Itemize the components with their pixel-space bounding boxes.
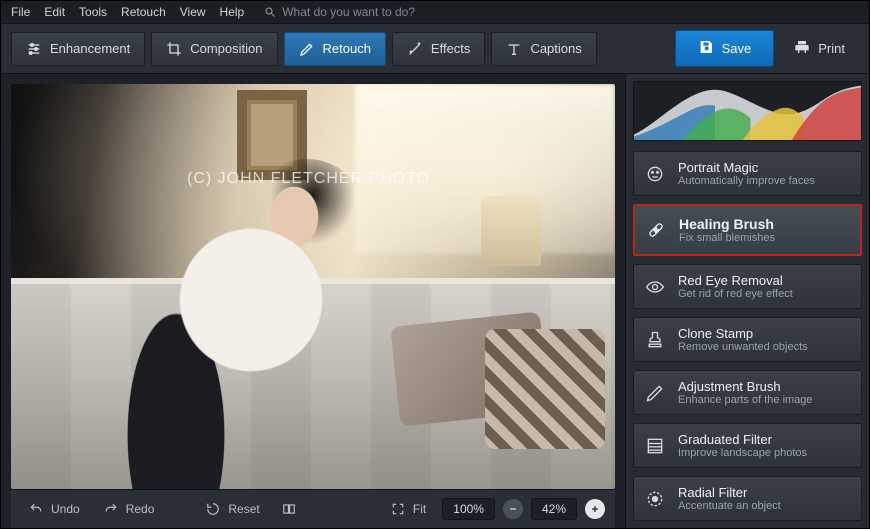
- redo-label: Redo: [126, 502, 155, 516]
- save-label: Save: [722, 41, 752, 56]
- zoom-100[interactable]: 100%: [442, 498, 495, 520]
- histogram: [633, 81, 862, 141]
- photo-lamp: [481, 196, 541, 266]
- tool-title: Radial Filter: [678, 485, 781, 500]
- zoom-controls: 100% 42%: [442, 498, 605, 520]
- main-area: (C) JOHN FLETCHER PHOTO Undo Redo Reset: [1, 74, 869, 528]
- retouch-tool-list: Portrait Magic Automatically improve fac…: [626, 151, 869, 528]
- zoom-in-button[interactable]: [585, 499, 605, 519]
- tool-title: Graduated Filter: [678, 432, 807, 447]
- face-icon: [644, 163, 666, 185]
- undo-button[interactable]: Undo: [21, 498, 88, 520]
- menubar: File Edit Tools Retouch View Help: [1, 1, 869, 23]
- crop-icon: [166, 41, 182, 57]
- save-icon: [698, 39, 714, 58]
- sliders-icon: [26, 41, 42, 57]
- tool-subtitle: Accentuate an object: [678, 500, 781, 512]
- tab-label: Captions: [530, 41, 581, 56]
- fit-label: Fit: [413, 502, 426, 516]
- menu-retouch[interactable]: Retouch: [121, 5, 166, 19]
- tool-graduated-filter[interactable]: Graduated Filter Improve landscape photo…: [633, 423, 862, 468]
- tool-subtitle: Improve landscape photos: [678, 447, 807, 459]
- search-icon: [264, 6, 276, 18]
- search-input[interactable]: [282, 5, 482, 19]
- redo-icon: [104, 502, 118, 516]
- radial-icon: [644, 488, 666, 510]
- tool-subtitle: Remove unwanted objects: [678, 341, 808, 353]
- tool-subtitle: Fix small blemishes: [679, 232, 775, 244]
- tool-clone-stamp[interactable]: Clone Stamp Remove unwanted objects: [633, 317, 862, 362]
- wand-icon: [407, 41, 423, 57]
- photo-pillow: [485, 329, 605, 449]
- toolbar: Enhancement Composition Retouch Effects …: [1, 23, 869, 74]
- zoom-out-button[interactable]: [503, 499, 523, 519]
- tool-title: Portrait Magic: [678, 160, 815, 175]
- side-panel: Portrait Magic Automatically improve fac…: [625, 74, 869, 528]
- tab-effects[interactable]: Effects: [392, 32, 486, 66]
- eye-icon: [644, 276, 666, 298]
- tool-portrait-magic[interactable]: Portrait Magic Automatically improve fac…: [633, 151, 862, 196]
- stamp-icon: [644, 329, 666, 351]
- undo-icon: [29, 502, 43, 516]
- tool-title: Healing Brush: [679, 216, 775, 232]
- fit-icon: [391, 502, 405, 516]
- save-button[interactable]: Save: [675, 30, 775, 67]
- tool-title: Adjustment Brush: [678, 379, 813, 394]
- print-icon: [794, 39, 810, 58]
- menu-view[interactable]: View: [180, 5, 206, 19]
- brush-icon: [299, 41, 315, 57]
- text-icon: [506, 41, 522, 57]
- tool-red-eye[interactable]: Red Eye Removal Get rid of red eye effec…: [633, 264, 862, 309]
- print-button[interactable]: Print: [780, 31, 859, 66]
- print-label: Print: [818, 41, 845, 56]
- image-watermark: (C) JOHN FLETCHER PHOTO: [187, 170, 430, 188]
- app-window: File Edit Tools Retouch View Help Enhanc…: [0, 0, 870, 529]
- tab-label: Enhancement: [50, 41, 130, 56]
- undo-label: Undo: [51, 502, 80, 516]
- paint-brush-icon: [644, 382, 666, 404]
- tab-label: Effects: [431, 41, 471, 56]
- tool-subtitle: Automatically improve faces: [678, 175, 815, 187]
- tool-subtitle: Get rid of red eye effect: [678, 288, 793, 300]
- reset-button[interactable]: Reset: [198, 498, 267, 520]
- tool-title: Red Eye Removal: [678, 273, 793, 288]
- tab-retouch[interactable]: Retouch: [284, 32, 386, 66]
- fit-button[interactable]: Fit: [383, 498, 434, 520]
- menu-help[interactable]: Help: [220, 5, 245, 19]
- tab-captions[interactable]: Captions: [491, 32, 596, 66]
- zoom-current[interactable]: 42%: [531, 498, 577, 520]
- tool-subtitle: Enhance parts of the image: [678, 394, 813, 406]
- gradient-icon: [644, 435, 666, 457]
- image-canvas[interactable]: (C) JOHN FLETCHER PHOTO: [11, 84, 615, 489]
- menu-edit[interactable]: Edit: [44, 5, 65, 19]
- tool-healing-brush[interactable]: Healing Brush Fix small blemishes: [633, 204, 862, 256]
- tool-adjustment-brush[interactable]: Adjustment Brush Enhance parts of the im…: [633, 370, 862, 415]
- compare-button[interactable]: [276, 496, 302, 522]
- menu-file[interactable]: File: [11, 5, 30, 19]
- tab-composition[interactable]: Composition: [151, 32, 277, 66]
- search-wrap: [264, 5, 482, 19]
- redo-button[interactable]: Redo: [96, 498, 163, 520]
- reset-label: Reset: [228, 502, 259, 516]
- tool-title: Clone Stamp: [678, 326, 808, 341]
- canvas-wrap: (C) JOHN FLETCHER PHOTO Undo Redo Reset: [1, 74, 625, 528]
- tab-label: Composition: [190, 41, 262, 56]
- photo-person-body: [101, 219, 351, 489]
- tab-label: Retouch: [323, 41, 371, 56]
- tab-enhancement[interactable]: Enhancement: [11, 32, 145, 66]
- tool-radial-filter[interactable]: Radial Filter Accentuate an object: [633, 476, 862, 521]
- reset-icon: [206, 502, 220, 516]
- bandage-icon: [645, 219, 667, 241]
- statusbar: Undo Redo Reset Fit: [11, 489, 615, 528]
- menu-tools[interactable]: Tools: [79, 5, 107, 19]
